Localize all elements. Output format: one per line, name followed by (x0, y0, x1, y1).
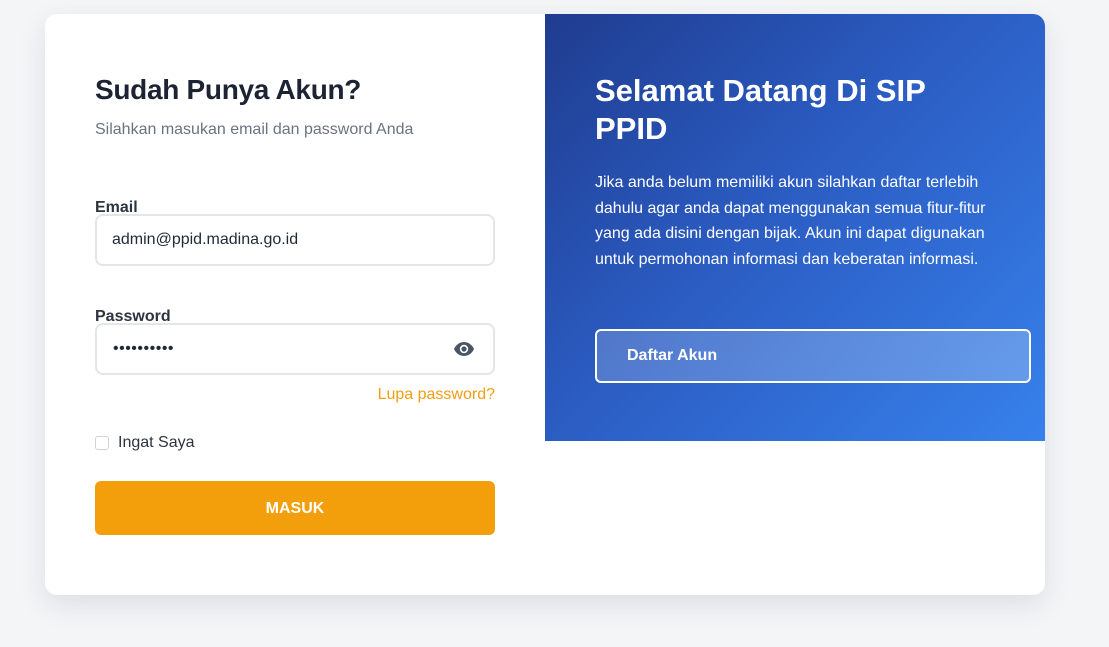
eye-icon[interactable] (453, 340, 475, 358)
login-panel: Sudah Punya Akun? Silahkan masukan email… (45, 14, 545, 595)
remember-checkbox[interactable] (95, 436, 109, 450)
login-title: Sudah Punya Akun? (95, 74, 362, 105)
email-field[interactable] (97, 216, 452, 264)
forgot-password-link[interactable]: Lupa password? (378, 386, 495, 404)
remember-me: Ingat Saya (95, 434, 195, 452)
welcome-title: Selamat Datang Di SIP PPID (595, 73, 926, 146)
login-subtitle: Silahkan masukan email dan password Anda (95, 121, 414, 138)
remember-label: Ingat Saya (118, 434, 195, 451)
login-card: Sudah Punya Akun? Silahkan masukan email… (45, 14, 1045, 595)
password-field-box: •••••••••• (95, 323, 495, 375)
password-field[interactable]: •••••••••• (113, 325, 174, 373)
login-button[interactable]: MASUK (95, 481, 495, 535)
welcome-panel: Selamat Datang Di SIP PPID Jika anda bel… (545, 14, 1045, 441)
email-field-box (95, 214, 495, 266)
welcome-description: Jika anda belum memiliki akun silahkan d… (595, 174, 986, 268)
register-button[interactable]: Daftar Akun (595, 329, 1031, 383)
